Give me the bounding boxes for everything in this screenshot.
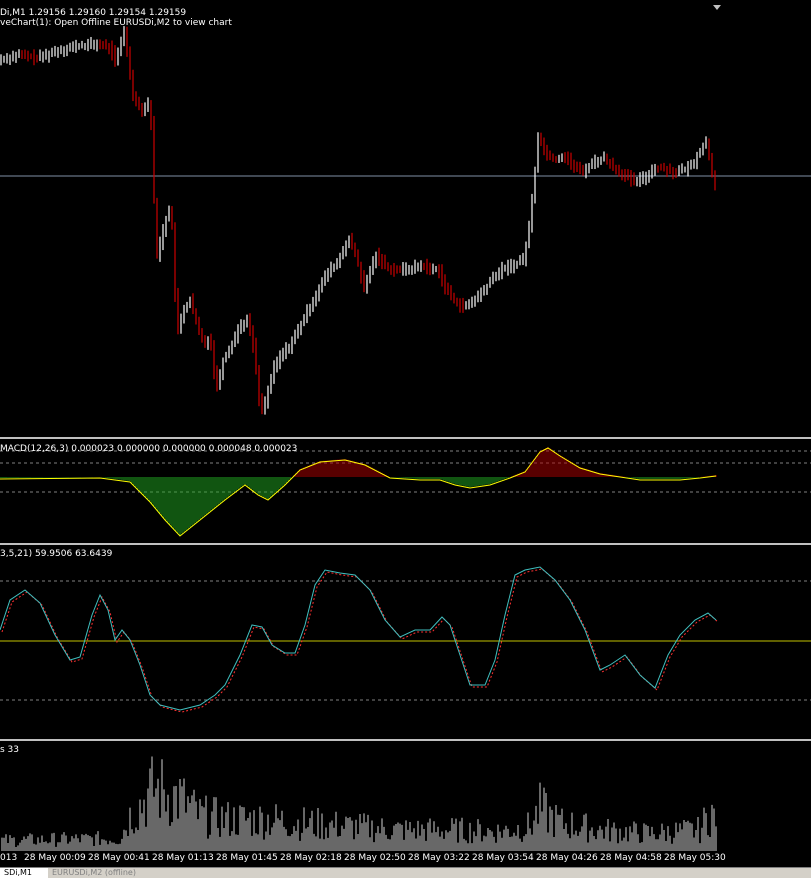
macd-pane[interactable]: MACD(12,26,3) 0.000023 0.000000 0.000000… xyxy=(0,439,811,543)
time-tick: 28 May 02:18 xyxy=(280,853,342,863)
volume-svg xyxy=(1,756,717,851)
stochastic-main-line xyxy=(0,566,717,711)
time-tick: 28 May 00:09 xyxy=(24,853,86,863)
time-tick: 28 May 03:22 xyxy=(408,853,470,863)
time-tick: 28 May 04:58 xyxy=(600,853,662,863)
volume-label: s 33 xyxy=(0,745,20,755)
stochastic-svg xyxy=(0,566,811,713)
time-axis: 013 28 May 00:09 28 May 00:41 28 May 01:… xyxy=(0,851,811,867)
chart-title-line2: veChart(1): Open Offline EURUSDi,M2 to v… xyxy=(0,18,232,28)
chart-shift-marker-icon[interactable] xyxy=(713,5,721,10)
time-tick: 013 xyxy=(0,853,18,863)
time-tick: 28 May 01:45 xyxy=(216,853,278,863)
time-tick: 28 May 02:50 xyxy=(344,853,406,863)
stochastic-pane[interactable]: 3,5,21) 59.9506 63.6439 xyxy=(0,545,811,739)
time-tick: 28 May 01:13 xyxy=(152,853,214,863)
volume-pane[interactable]: s 33 xyxy=(0,741,811,851)
chart-title-line1: Di,M1 1.29156 1.29160 1.29154 1.29159 xyxy=(0,8,187,18)
stochastic-label: 3,5,21) 59.9506 63.6439 xyxy=(0,549,113,559)
price-chart-svg xyxy=(0,26,811,415)
macd-label: MACD(12,26,3) 0.000023 0.000000 0.000000… xyxy=(0,444,298,454)
price-chart-pane[interactable]: Di,M1 1.29156 1.29160 1.29154 1.29159 ve… xyxy=(0,0,811,437)
time-tick: 28 May 04:26 xyxy=(536,853,598,863)
chart-tab-bar: SDi,M1 EURUSDi,M2 (offline) xyxy=(0,867,811,878)
macd-svg xyxy=(0,447,811,537)
time-tick: 28 May 03:54 xyxy=(472,853,534,863)
time-tick: 28 May 05:30 xyxy=(664,853,726,863)
time-tick: 28 May 00:41 xyxy=(88,853,150,863)
